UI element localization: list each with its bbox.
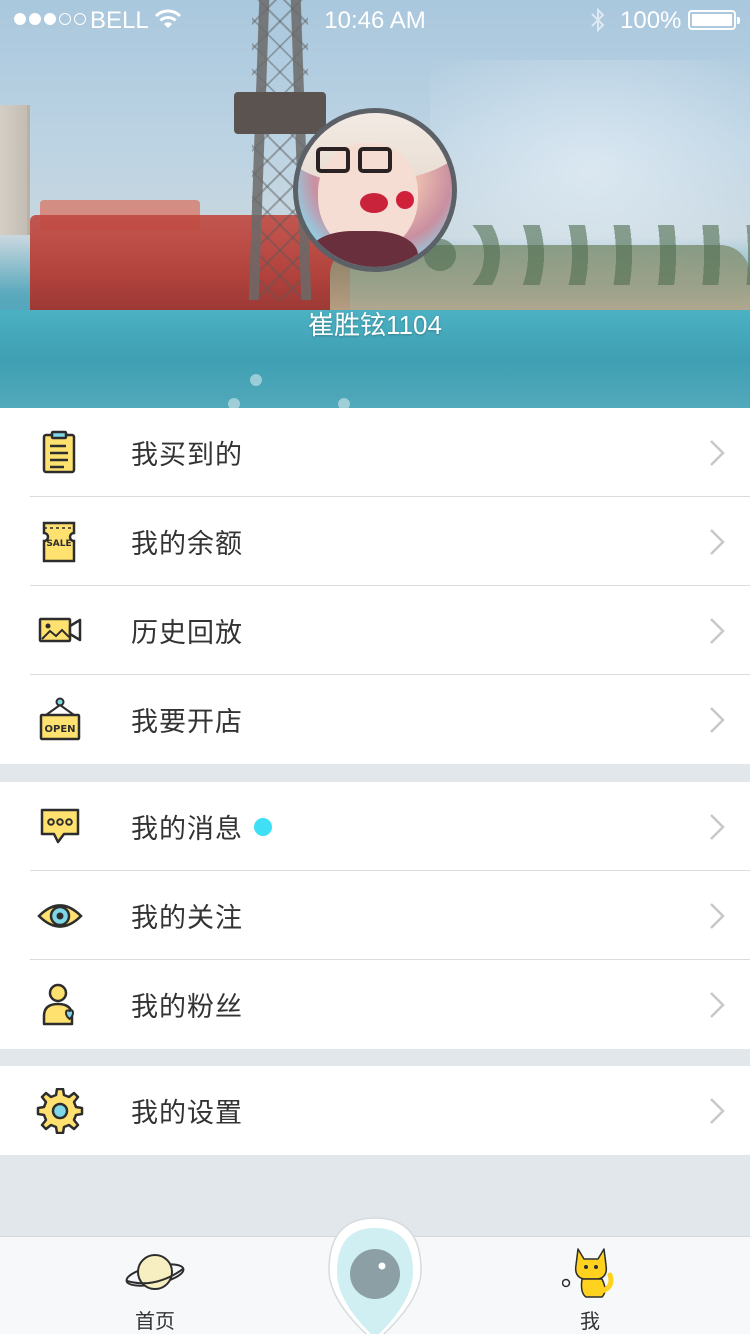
bluetooth-icon: [591, 7, 605, 33]
menu-item-purchased[interactable]: 我买到的: [0, 408, 750, 497]
battery-icon: [688, 10, 740, 30]
profile-header: BELL 10:46 AM 100% 崔胜铉1104: [0, 0, 750, 408]
battery-level: [692, 14, 732, 26]
chevron-right-icon: [710, 992, 725, 1018]
video-camera-icon: [38, 617, 82, 643]
menu-group-orders: 我买到的 SALE 我的余额 历史回放 OPEN 我要开店: [0, 408, 750, 764]
menu-item-label: 我的设置: [131, 1098, 243, 1128]
tab-me-label: 我: [580, 1311, 600, 1333]
menu-item-label: 我的余额: [131, 529, 243, 559]
chevron-right-icon: [710, 903, 725, 929]
tab-home[interactable]: 首页: [110, 1237, 200, 1334]
chevron-right-icon: [710, 1098, 725, 1124]
cat-mascot-icon: [562, 1248, 614, 1298]
planet-icon: [125, 1254, 185, 1290]
menu-item-label: 我的关注: [131, 903, 243, 933]
chevron-right-icon: [710, 440, 725, 466]
menu-group-settings: 我的设置: [0, 1066, 750, 1155]
eye-icon: [37, 904, 83, 928]
svg-text:OPEN: OPEN: [44, 724, 75, 735]
menu-item-open-shop[interactable]: OPEN 我要开店: [0, 675, 750, 764]
menu-item-balance[interactable]: SALE 我的余额: [0, 497, 750, 586]
unread-badge: [254, 818, 272, 836]
sale-ticket-icon: SALE: [42, 521, 76, 563]
menu-item-label: 历史回放: [131, 618, 243, 648]
menu-item-label: 我的消息: [131, 814, 243, 844]
tab-home-label: 首页: [135, 1311, 175, 1333]
chevron-right-icon: [710, 529, 725, 555]
menu-item-label: 我买到的: [131, 440, 243, 470]
chevron-right-icon: [710, 814, 725, 840]
status-bar: BELL 10:46 AM 100%: [0, 0, 750, 40]
fan-user-icon: [42, 983, 75, 1026]
open-sign-icon: OPEN: [39, 697, 81, 741]
gear-icon: [36, 1088, 84, 1134]
menu-item-settings[interactable]: 我的设置: [0, 1066, 750, 1155]
menu-item-following[interactable]: 我的关注: [0, 871, 750, 960]
menu-item-messages[interactable]: 我的消息: [0, 782, 750, 871]
clipboard-icon: [42, 430, 76, 474]
chevron-right-icon: [710, 707, 725, 733]
location-pin-icon[interactable]: [325, 1214, 425, 1334]
chat-bubble-icon: [40, 808, 80, 844]
tab-me[interactable]: 我: [548, 1237, 632, 1334]
menu-item-replay[interactable]: 历史回放: [0, 586, 750, 675]
menu-item-fans[interactable]: 我的粉丝: [0, 960, 750, 1049]
svg-text:SALE: SALE: [46, 539, 71, 549]
username: 崔胜铉1104: [308, 310, 442, 340]
menu-item-label: 我的粉丝: [131, 992, 243, 1022]
chevron-right-icon: [710, 618, 725, 644]
battery-percentage: 100%: [620, 7, 682, 34]
menu-group-social: 我的消息 我的关注 我的粉丝: [0, 782, 750, 1049]
avatar[interactable]: [293, 108, 457, 272]
menu-item-label: 我要开店: [131, 707, 243, 737]
